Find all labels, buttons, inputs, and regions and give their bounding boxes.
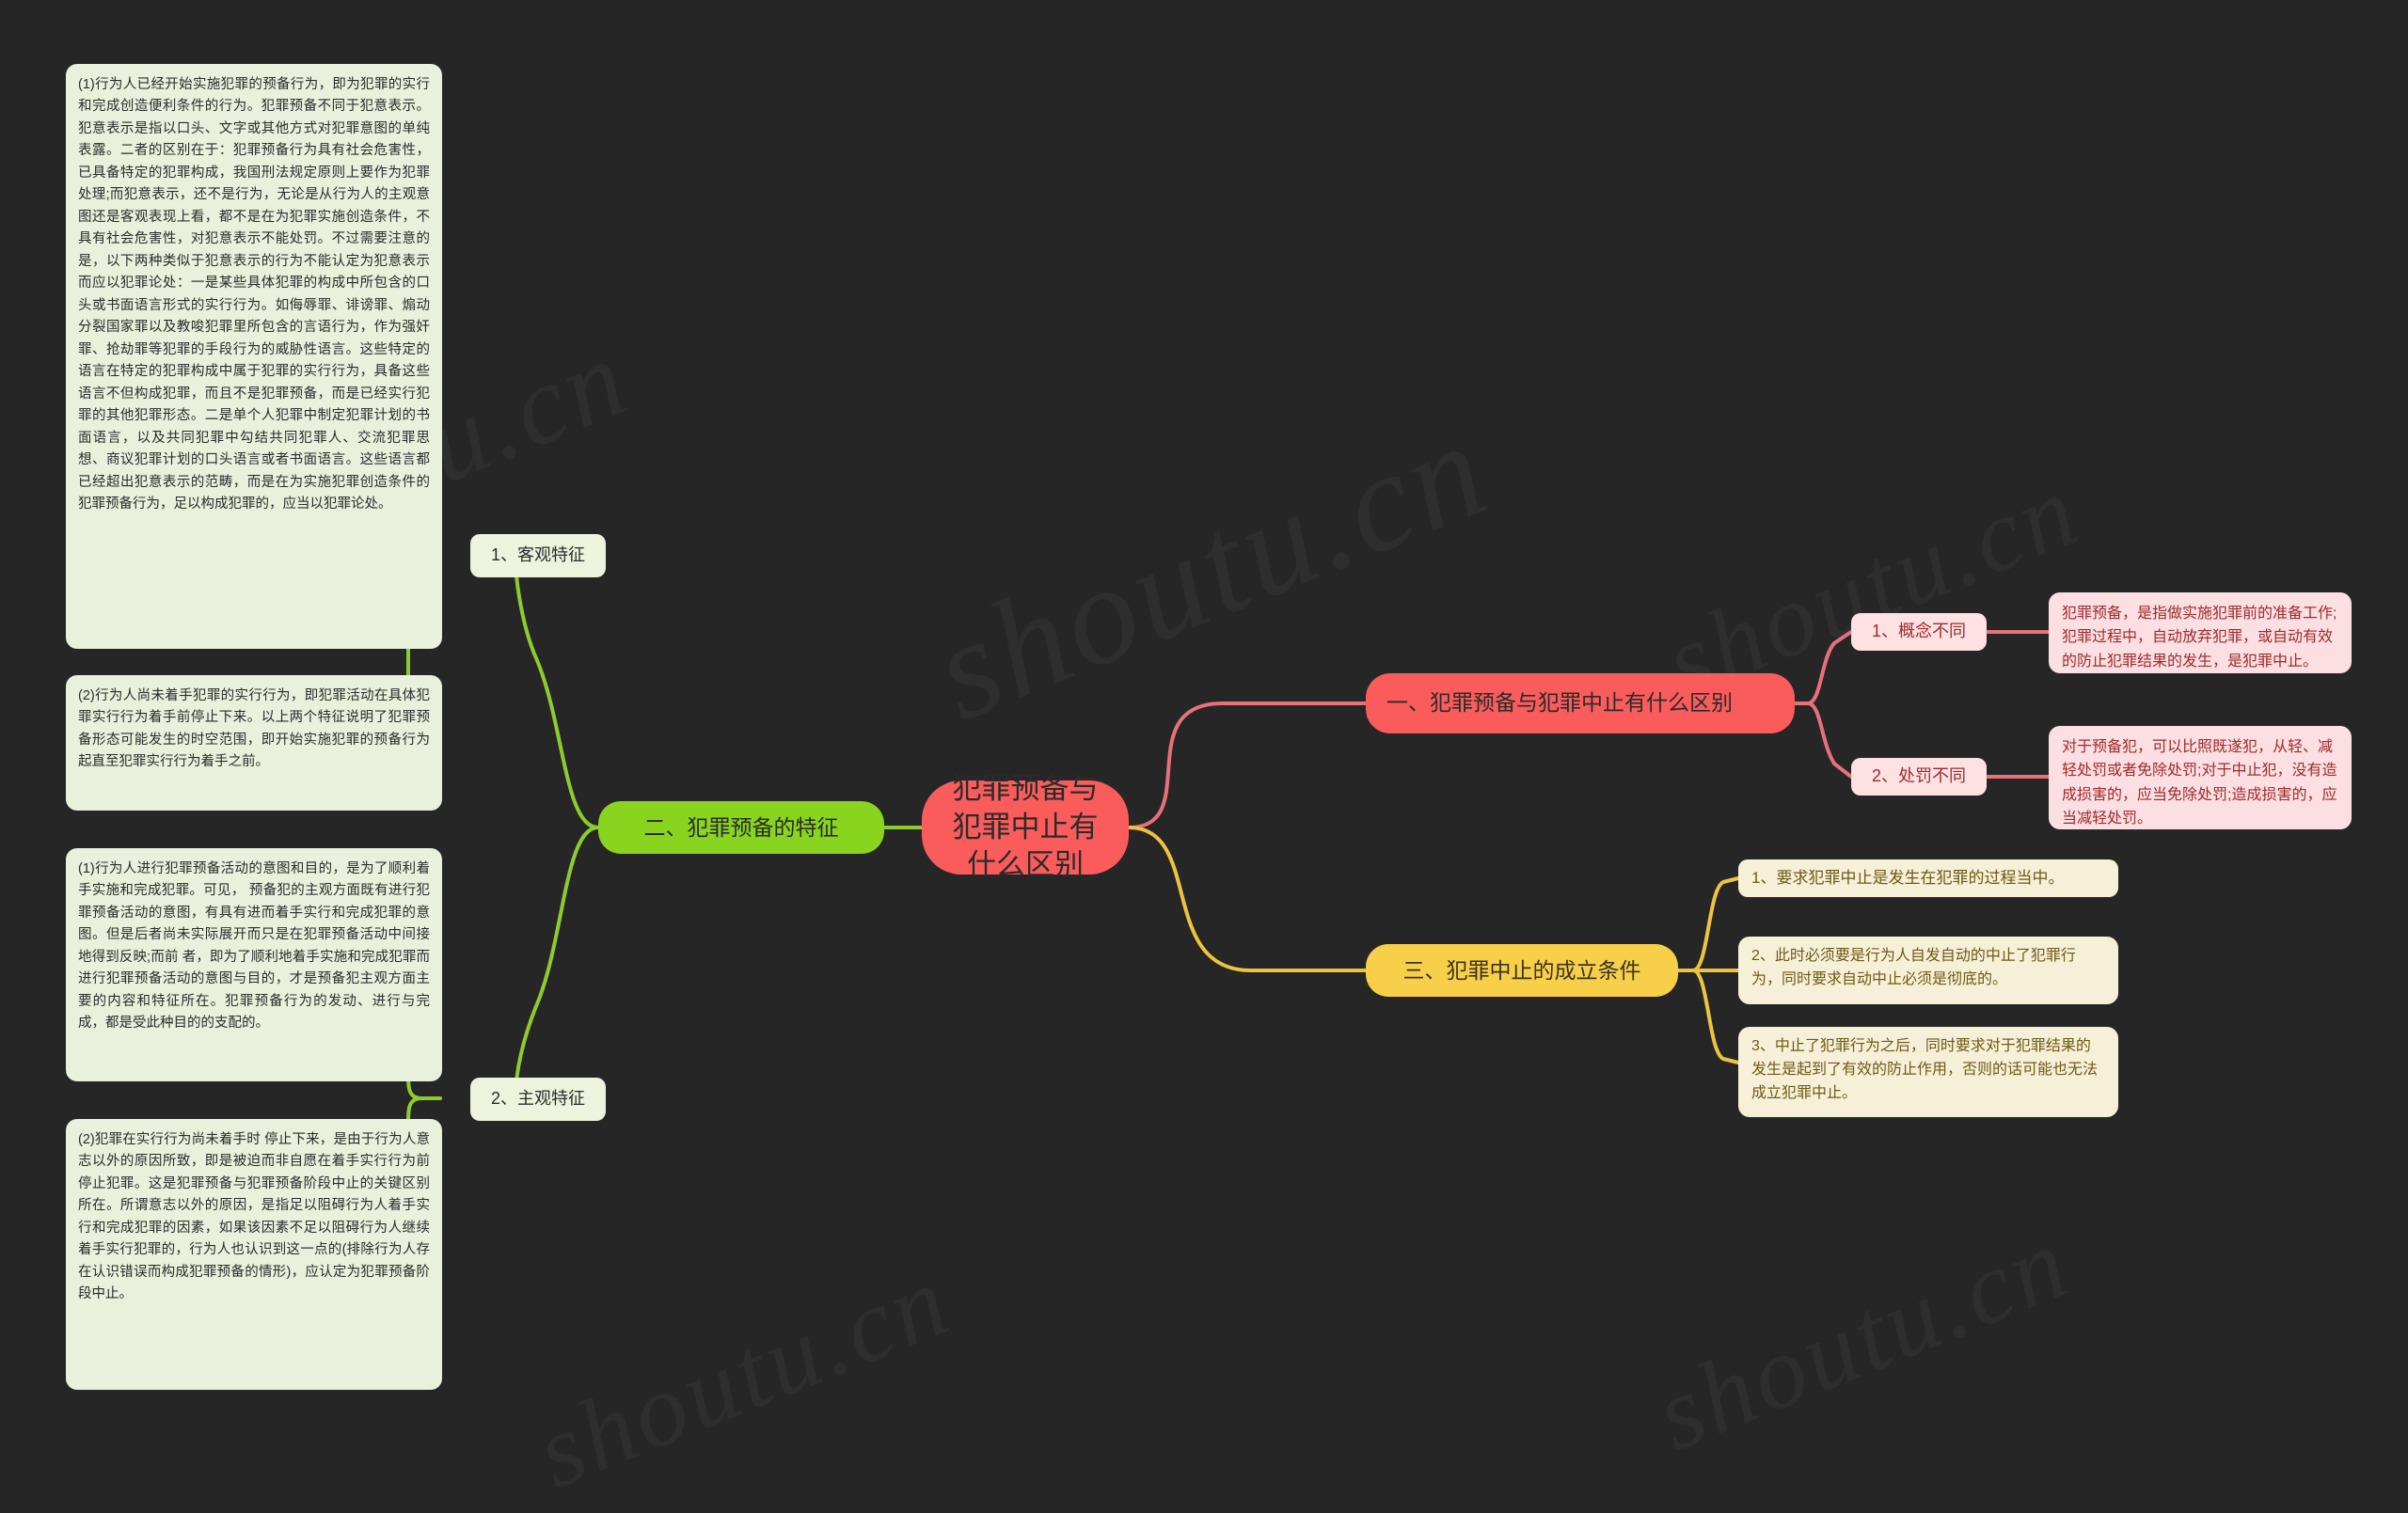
edge-root-to-branch-three bbox=[1127, 826, 1368, 972]
leaf-cessation-condition-3[interactable]: 3、中止了犯罪行为之后，同时要求对于犯罪结果的发生是起到了有效的防止作用，否则的… bbox=[1738, 1027, 2118, 1117]
leaf-cessation-condition-2-label: 2、此时必须要是行为人自发自动的中止了犯罪行为，同时要求自动中止必须是彻底的。 bbox=[1751, 948, 2076, 987]
detail-objective-1-text: (1)行为人已经开始实施犯罪的预备行为，即为犯罪的实行和完成创造便利条件的行为。… bbox=[78, 77, 430, 512]
leaf-concept-different[interactable]: 1、概念不同 bbox=[1851, 613, 1987, 651]
leaf-cessation-condition-1-label: 1、要求犯罪中止是发生在犯罪的过程当中。 bbox=[1751, 868, 2065, 887]
leaf-cessation-condition-1[interactable]: 1、要求犯罪中止是发生在犯罪的过程当中。 bbox=[1738, 859, 2118, 897]
detail-objective-2-text: (2)行为人尚未着手犯罪的实行行为，即犯罪活动在具体犯罪实行行为着手前停止下来。… bbox=[78, 688, 430, 770]
detail-subjective-2-text: (2)犯罪在实行行为尚未着手时 停止下来，是由于行为人意志以外的原因所致，即是被… bbox=[78, 1132, 430, 1302]
detail-subjective-1[interactable]: (1)行为人进行犯罪预备活动的意图和目的，是为了顺利着手实施和完成犯罪。可见， … bbox=[66, 848, 442, 1081]
leaf-penalty-different[interactable]: 2、处罚不同 bbox=[1851, 758, 1987, 796]
root-node[interactable]: 犯罪预备与犯罪中止有什么区别 bbox=[922, 772, 1129, 881]
edge-one-to-penalty bbox=[1793, 701, 1853, 779]
root-node-label: 犯罪预备与犯罪中止有什么区别 bbox=[952, 771, 1099, 882]
branch-node-one[interactable]: 一、犯罪预备与犯罪中止有什么区别 bbox=[1366, 673, 1795, 733]
branch-node-one-label: 一、犯罪预备与犯罪中止有什么区别 bbox=[1386, 690, 1733, 716]
leaf-penalty-different-label: 2、处罚不同 bbox=[1871, 766, 1966, 786]
detail-objective-1[interactable]: (1)行为人已经开始实施犯罪的预备行为，即为犯罪的实行和完成创造便利条件的行为。… bbox=[66, 64, 442, 649]
leaf-cessation-condition-3-label: 3、中止了犯罪行为之后，同时要求对于犯罪结果的发生是起到了有效的防止作用，否则的… bbox=[1751, 1038, 2099, 1101]
detail-penalty-different[interactable]: 对于预备犯，可以比照既遂犯，从轻、减轻处罚或者免除处罚;对于中止犯，没有造成损害… bbox=[2049, 726, 2352, 829]
edge-two-to-subjective bbox=[480, 826, 600, 1100]
detail-objective-2[interactable]: (2)行为人尚未着手犯罪的实行行为，即犯罪活动在具体犯罪实行行为着手前停止下来。… bbox=[66, 675, 442, 811]
leaf-objective-feature[interactable]: 1、客观特征 bbox=[470, 534, 606, 577]
leaf-objective-feature-label: 1、客观特征 bbox=[490, 545, 585, 565]
branch-node-two[interactable]: 二、犯罪预备的特征 bbox=[598, 801, 884, 854]
watermark: shoutu.cn bbox=[520, 1239, 967, 1512]
watermark: shoutu.cn bbox=[1640, 1202, 2086, 1474]
leaf-subjective-feature-label: 2、主观特征 bbox=[490, 1089, 585, 1109]
branch-node-three-label: 三、犯罪中止的成立条件 bbox=[1402, 957, 1641, 983]
detail-subjective-1-text: (1)行为人进行犯罪预备活动的意图和目的，是为了顺利着手实施和完成犯罪。可见， … bbox=[78, 861, 430, 1032]
edge-one-to-concept bbox=[1793, 630, 1853, 705]
detail-penalty-different-text: 对于预备犯，可以比照既遂犯，从轻、减轻处罚或者免除处罚;对于中止犯，没有造成损害… bbox=[2062, 739, 2337, 827]
detail-concept-different[interactable]: 犯罪预备，是指做实施犯罪前的准备工作;犯罪过程中，自动放弃犯罪，或自动有效的防止… bbox=[2049, 592, 2352, 673]
branch-node-three[interactable]: 三、犯罪中止的成立条件 bbox=[1366, 944, 1678, 997]
detail-concept-different-text: 犯罪预备，是指做实施犯罪前的准备工作;犯罪过程中，自动放弃犯罪，或自动有效的防止… bbox=[2062, 606, 2337, 670]
leaf-cessation-condition-2[interactable]: 2、此时必须要是行为人自发自动的中止了犯罪行为，同时要求自动中止必须是彻底的。 bbox=[1738, 937, 2118, 1004]
edge-root-to-branch-one bbox=[1127, 701, 1368, 829]
detail-subjective-2[interactable]: (2)犯罪在实行行为尚未着手时 停止下来，是由于行为人意志以外的原因所致，即是被… bbox=[66, 1119, 442, 1390]
leaf-concept-different-label: 1、概念不同 bbox=[1871, 622, 1966, 641]
edge-two-to-objective bbox=[480, 555, 600, 829]
edge-three-to-cond3 bbox=[1676, 969, 1740, 1064]
branch-node-two-label: 二、犯罪预备的特征 bbox=[643, 814, 839, 840]
edge-three-to-cond1 bbox=[1676, 876, 1740, 972]
leaf-subjective-feature[interactable]: 2、主观特征 bbox=[470, 1078, 606, 1121]
mindmap-canvas: shoutu.cn shoutu.cn shoutu.cn shoutu.cn … bbox=[0, 0, 2408, 1427]
